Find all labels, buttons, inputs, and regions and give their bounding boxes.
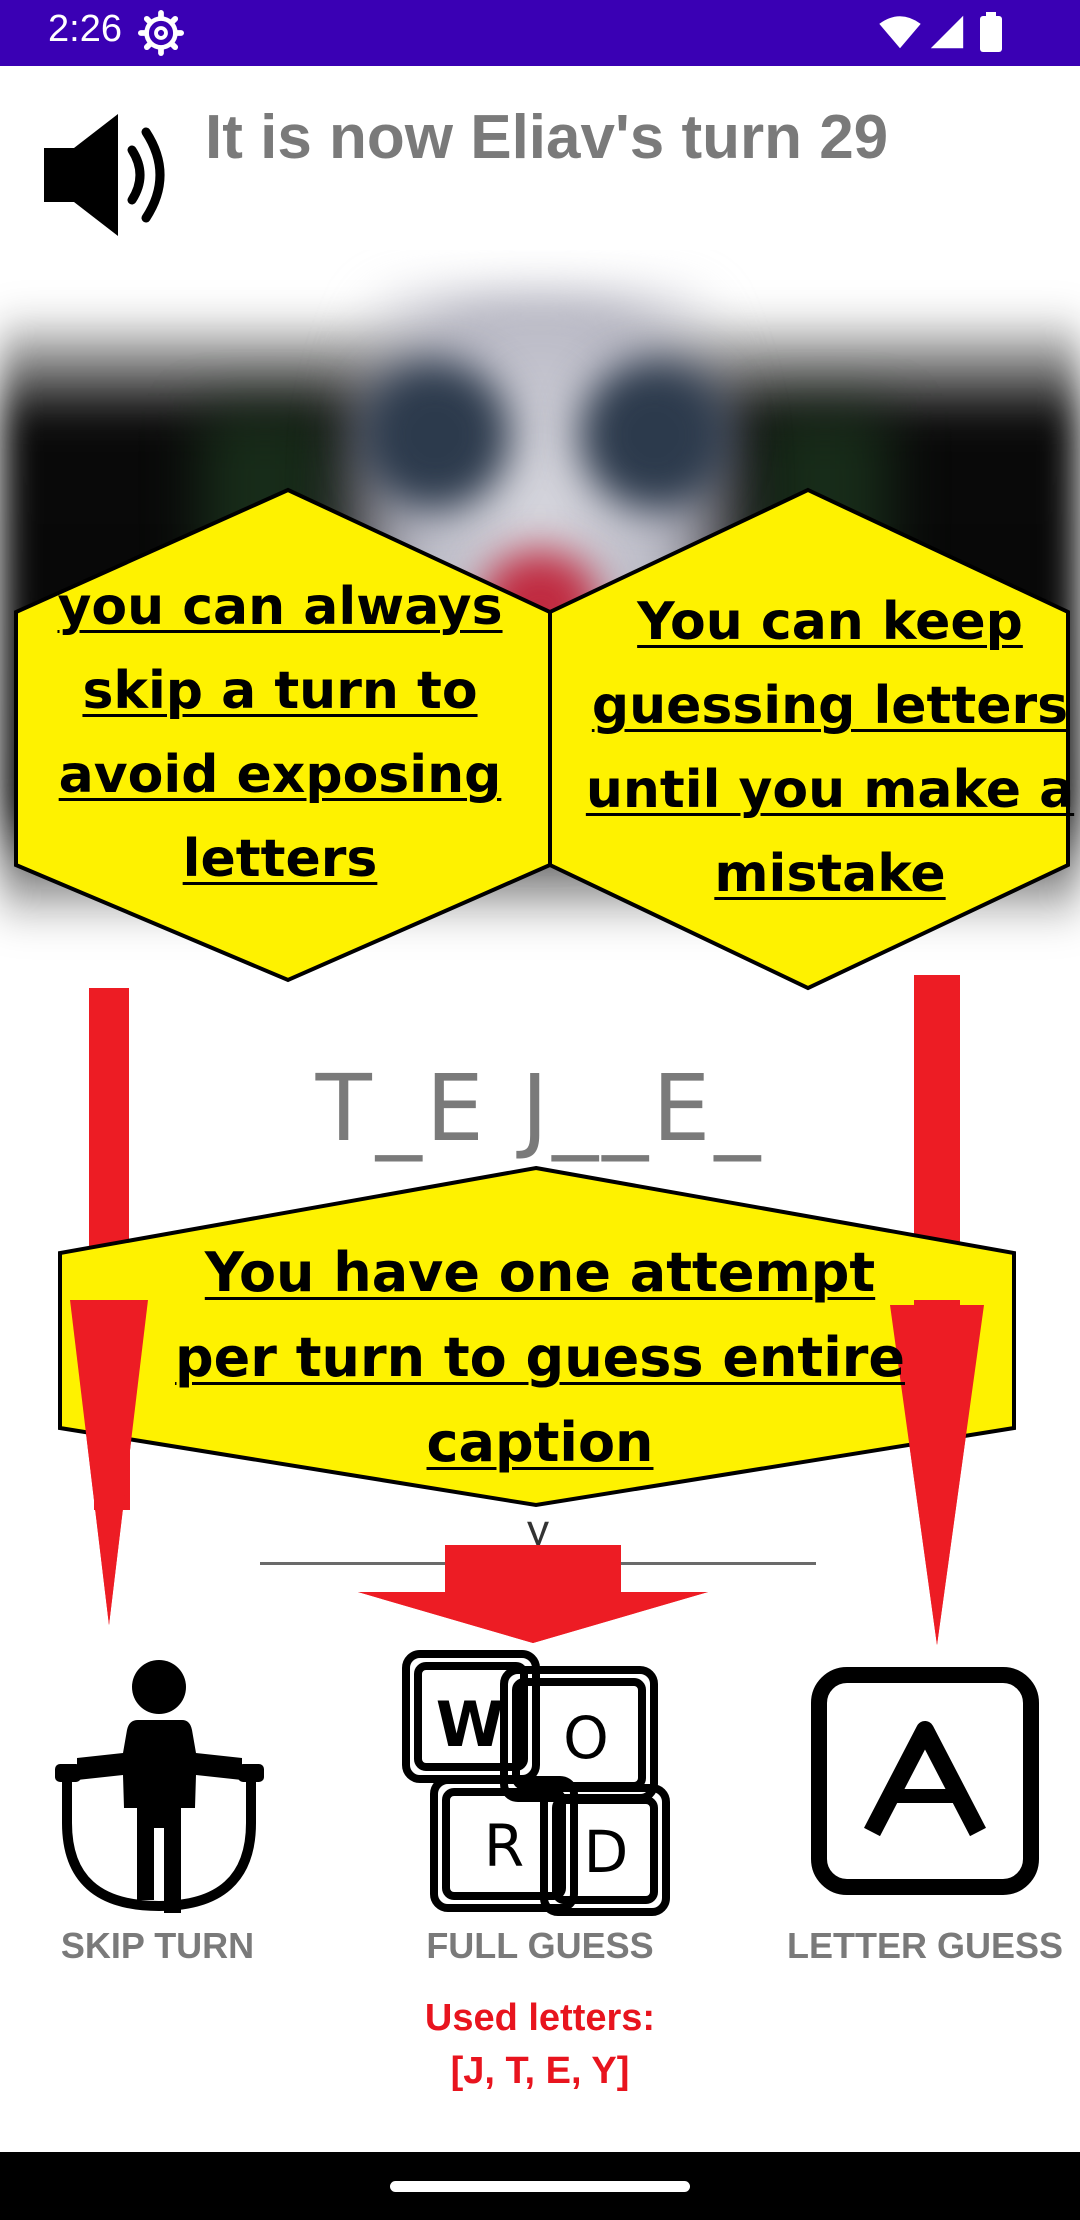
tip-full-guess: You have one attempt per turn to guess e… (174, 1241, 905, 1474)
full-guess-button[interactable]: W O R D FULL GUESS (390, 1640, 690, 1970)
used-letters-label: Used letters: (424, 1997, 656, 2039)
skip-turn-button[interactable]: SKIP TURN (20, 1640, 295, 1970)
svg-text:D: D (584, 1818, 629, 1886)
svg-text:O: O (563, 1704, 609, 1772)
word-blocks-icon: W O R D (402, 1650, 670, 1916)
svg-text:W: W (436, 1688, 504, 1761)
skip-turn-label: SKIP TURN (60, 1925, 255, 1966)
full-guess-label: FULL GUESS (426, 1925, 654, 1966)
tip-skip-turn: you can always skip a turn to avoid expo… (57, 577, 503, 889)
used-letters-value: [J, T, E, Y] (450, 2050, 630, 2092)
tip-keep-guessing: You can keep guessing letters until you … (585, 592, 1075, 904)
letter-guess-label: LETTER GUESS (786, 1925, 1064, 1966)
jump-rope-icon (55, 1660, 264, 1913)
masked-caption: T_E J__E_ (315, 1055, 765, 1162)
guess-input[interactable] (260, 1500, 816, 1565)
letter-guess-button[interactable]: LETTER GUESS (780, 1640, 1070, 1970)
svg-text:R: R (484, 1812, 524, 1880)
letter-a-icon (811, 1667, 1039, 1895)
home-gesture-handle[interactable] (390, 2181, 690, 2192)
